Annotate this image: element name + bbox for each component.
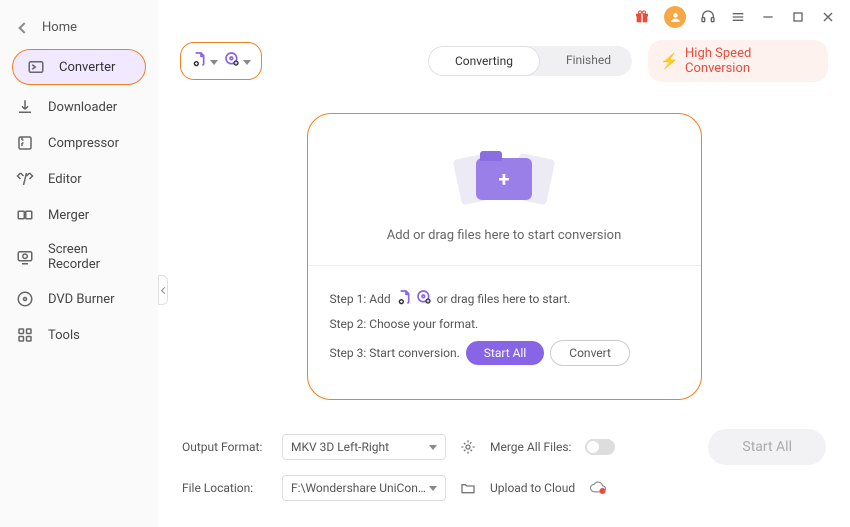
compressor-icon [16, 134, 34, 152]
caret-down-icon [429, 445, 437, 450]
sidebar-item-label: Tools [48, 328, 80, 343]
dropzone-steps: Step 1: Add or drag files here to start.… [308, 265, 701, 399]
tabs: Converting Finished [428, 46, 632, 76]
dropzone-top: + Add or drag files here to start conver… [308, 144, 701, 265]
add-file-button[interactable] [191, 51, 218, 71]
sidebar-item-label: Downloader [48, 100, 117, 115]
file-location-value: F:\Wondershare UniConverter 1 [291, 481, 429, 495]
sidebar-item-dvd-burner[interactable]: DVD Burner [0, 281, 158, 317]
caret-down-icon [243, 60, 251, 65]
tools-icon [16, 326, 34, 344]
bottombar: Output Format: MKV 3D Left-Right Merge A… [158, 417, 850, 527]
output-row: Output Format: MKV 3D Left-Right Merge A… [182, 429, 826, 465]
sidebar-item-editor[interactable]: Editor [0, 161, 158, 197]
sidebar-item-label: DVD Burner [48, 292, 115, 307]
sidebar-item-label: Compressor [48, 136, 119, 151]
sidebar-collapse-button[interactable] [158, 275, 168, 305]
sidebar-item-tools[interactable]: Tools [0, 317, 158, 353]
titlebar [158, 0, 850, 34]
sidebar-item-compressor[interactable]: Compressor [0, 125, 158, 161]
sidebar-item-screen-recorder[interactable]: Screen Recorder [0, 233, 158, 281]
file-location-select[interactable]: F:\Wondershare UniConverter 1 [282, 475, 446, 501]
output-format-value: MKV 3D Left-Right [291, 440, 389, 454]
start-all-main-button[interactable]: Start All [708, 429, 826, 465]
step-1-pre: Step 1: Add [330, 292, 391, 306]
cloud-icon[interactable] [589, 481, 607, 495]
sidebar-item-downloader[interactable]: Downloader [0, 89, 158, 125]
add-disc-icon [224, 51, 240, 71]
sidebar: Home Converter Downloader Compressor Edi… [0, 0, 158, 527]
folder-icon: + [476, 158, 532, 200]
menu-icon[interactable] [730, 9, 746, 25]
step-3: Step 3: Start conversion. Start All Conv… [330, 340, 679, 366]
chevron-left-icon [160, 286, 167, 293]
chevron-left-icon [18, 22, 29, 33]
high-speed-conversion-button[interactable]: ⚡ High Speed Conversion [648, 40, 828, 82]
hsc-label: High Speed Conversion [685, 46, 816, 76]
output-format-label: Output Format: [182, 440, 268, 454]
sidebar-item-merger[interactable]: Merger [0, 197, 158, 233]
sidebar-item-label: Converter [59, 60, 115, 75]
sidebar-item-label: Screen Recorder [48, 242, 142, 272]
add-file-icon [191, 51, 207, 71]
add-disc-button[interactable] [224, 51, 251, 71]
convert-button[interactable]: Convert [550, 340, 630, 366]
topbar: Converting Finished ⚡ High Speed Convers… [158, 34, 850, 96]
add-tools-group [180, 42, 262, 80]
merge-label: Merge All Files: [490, 440, 571, 454]
location-row: File Location: F:\Wondershare UniConvert… [182, 475, 826, 501]
home-button[interactable]: Home [0, 10, 158, 45]
main-panel: Converting Finished ⚡ High Speed Convers… [158, 0, 850, 527]
gift-icon[interactable] [634, 9, 650, 25]
close-icon[interactable] [820, 9, 836, 25]
merge-toggle[interactable] [585, 439, 615, 455]
dropzone-text: Add or drag files here to start conversi… [387, 228, 622, 243]
screen-recorder-icon [16, 248, 34, 266]
user-avatar[interactable] [664, 6, 686, 28]
headset-icon[interactable] [700, 9, 716, 25]
editor-icon [16, 170, 34, 188]
sidebar-item-label: Editor [48, 172, 82, 187]
home-label: Home [42, 20, 77, 35]
add-file-icon [396, 289, 412, 308]
output-format-select[interactable]: MKV 3D Left-Right [282, 434, 446, 460]
maximize-icon[interactable] [790, 9, 806, 25]
folder-stack-icon: + [449, 144, 559, 214]
step-3-text: Step 3: Start conversion. [330, 346, 460, 360]
step-1-post: or drag files here to start. [437, 292, 571, 306]
upload-cloud-label: Upload to Cloud [490, 481, 575, 495]
downloader-icon [16, 98, 34, 116]
dropzone[interactable]: + Add or drag files here to start conver… [307, 113, 702, 400]
tab-converting[interactable]: Converting [428, 46, 540, 76]
sidebar-item-label: Merger [48, 208, 89, 223]
sidebar-item-converter[interactable]: Converter [12, 49, 146, 85]
dvd-burner-icon [16, 290, 34, 308]
caret-down-icon [429, 486, 437, 491]
step-2: Step 2: Choose your format. [330, 317, 679, 331]
tab-finished[interactable]: Finished [540, 46, 632, 76]
gear-icon[interactable] [460, 439, 476, 455]
add-disc-icon [416, 289, 432, 308]
merger-icon [16, 206, 34, 224]
plus-icon: + [499, 167, 510, 191]
start-all-button[interactable]: Start All [466, 341, 545, 365]
bolt-icon: ⚡ [660, 52, 679, 70]
step-1: Step 1: Add or drag files here to start. [330, 289, 679, 308]
converter-icon [27, 58, 45, 76]
content-area: + Add or drag files here to start conver… [158, 96, 850, 417]
caret-down-icon [210, 60, 218, 65]
folder-open-icon[interactable] [460, 480, 476, 496]
minimize-icon[interactable] [760, 9, 776, 25]
file-location-label: File Location: [182, 481, 268, 495]
